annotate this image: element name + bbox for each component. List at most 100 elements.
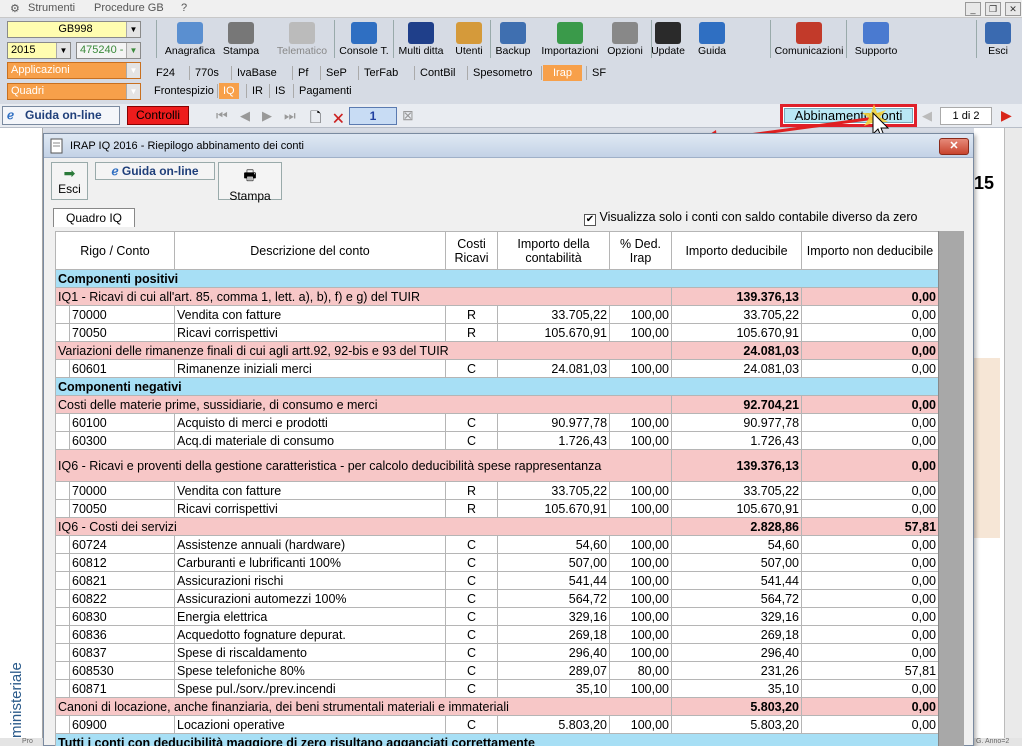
tab-contbil[interactable]: ContBil [416,65,459,81]
update-button[interactable]: Update [648,19,688,59]
tab-770s[interactable]: 770s [191,65,223,81]
next-page-icon[interactable]: ▶ [262,108,272,124]
tab-pagamenti[interactable]: Pagamenti [295,83,356,99]
next-module-page-icon[interactable]: ▶ [1001,107,1012,124]
chevron-down-icon: ▼ [126,22,140,37]
tab-terfab[interactable]: TerFab [360,65,402,81]
conto-code: 60837 [68,643,176,662]
quadri-select[interactable]: Quadri ▼ [7,83,141,100]
restore-icon[interactable]: ❐ [985,2,1001,16]
utenti-button[interactable]: Utenti [450,19,488,59]
tab-frontespizio[interactable]: Frontespizio [150,83,218,99]
tab-irap[interactable]: Irap [543,65,582,81]
opzioni-button[interactable]: Opzioni [606,19,644,59]
table-row[interactable]: 60724 Assistenze annuali (hardware) C 54,60… [55,535,940,554]
background-shade [974,358,1000,538]
filter-checkbox[interactable]: ✔ [584,214,596,226]
close-icon[interactable]: ✕ [939,138,969,155]
delete-page-icon[interactable]: 🗙 [333,107,344,131]
table-row[interactable]: 60300 Acq.di materiale di consumo C 1.726,4… [55,431,940,450]
tab-f24[interactable]: F24 [152,65,179,81]
table-row[interactable]: 60100 Acquisto di merci e prodotti C 90.977… [55,413,940,432]
anagrafica-button[interactable]: Anagrafica [160,19,220,59]
tab-sep[interactable]: SeP [322,65,351,81]
dialog-guida-button[interactable]: ℯ Guida on-line [95,162,215,180]
group-non-deducibile: 0,00 [801,449,940,482]
close-window-icon[interactable]: ✕ [1005,2,1021,16]
group-row[interactable]: Canoni di locazione, anche finanziaria, … [54,697,940,716]
page-number-field[interactable]: 1 [349,107,397,125]
table-row[interactable]: 60871 Spese pul./sorv./prev.incendi C 35,10… [55,679,940,698]
conto-description: Acquedotto fognature depurat. [174,625,447,644]
applicazioni-select[interactable]: Applicazioni ▼ [7,62,141,79]
stampa-button[interactable]: Stampa [218,19,264,59]
document-icon [50,138,63,154]
esci-button[interactable]: ➡ Esci [51,162,88,200]
prev-page-icon[interactable]: ◀ [240,108,250,124]
group-row[interactable]: Variazioni delle rimanenze finali di cui… [54,341,940,360]
importo-deducibile: 105.670,91 [671,323,803,342]
menu-help[interactable]: ? [181,2,187,14]
section-row[interactable]: Componenti negativi [54,377,940,396]
group-non-deducibile: 0,00 [801,287,940,306]
guida-online-button[interactable]: ℯ Guida on-line [2,106,120,125]
new-page-icon[interactable]: 🗋 [310,107,321,131]
group-row[interactable]: Costi delle materie prime, sussidiarie, … [54,395,940,414]
table-row[interactable]: 60812 Carburanti e lubrificanti 100% C 507,… [55,553,940,572]
table-row[interactable]: 70000 Vendita con fatture R 33.705,22 100,00… [55,481,940,500]
esci-button[interactable]: Esci [980,19,1016,59]
section-row[interactable]: Tutti i conti con deducibilità maggiore … [54,733,940,746]
filter-checkbox-row[interactable]: ✔ Visualizza solo i conti con saldo cont… [584,210,918,226]
guida-button[interactable]: Guida [695,19,729,59]
tab-quadro-iq[interactable]: Quadro IQ [53,208,135,227]
first-page-icon[interactable]: ⏮ [216,108,228,124]
toolbar-label: Console T. [339,45,389,57]
year-select[interactable]: 2015 ▼ [7,42,71,59]
table-row[interactable]: 60601 Rimanenze iniziali merci C 24.081,03 1… [55,359,940,378]
section-row[interactable]: Componenti positivi [54,269,940,288]
group-row[interactable]: IQ6 - Ricavi e proventi della gestione c… [54,449,940,482]
importazioni-button[interactable]: Importazioni [537,19,603,59]
table-header: Rigo / Conto Descrizione del conto Costi… [54,231,940,270]
table-row[interactable]: 60830 Energia elettrica C 329,16 100,00 329,1… [55,607,940,626]
supporto-button[interactable]: Supporto [849,19,903,59]
tab-spesometro[interactable]: Spesometro [469,65,536,81]
console-t-button[interactable]: Console T. [336,19,392,59]
tab-is[interactable]: IS [271,83,289,99]
code-select[interactable]: 475240 - ▼ [76,42,141,59]
tab-ivabase[interactable]: IvaBase [233,65,281,81]
group-row[interactable]: IQ1 - Ricavi di cui all'art. 85, comma 1… [54,287,940,306]
menu-strumenti[interactable]: Strumenti [28,2,75,14]
group-row[interactable]: IQ6 - Costi dei servizi 2.828,86 57,81 [54,517,940,536]
tab-ir[interactable]: IR [248,83,267,99]
last-page-icon[interactable]: ⏭ [284,108,296,124]
company-select[interactable]: GB998 ▼ [7,21,141,38]
table-row[interactable]: 60837 Spese di riscaldamento C 296,40 100,00… [55,643,940,662]
page-scrollbar[interactable] [1004,128,1022,738]
menu-procedure-gb[interactable]: Procedure GB [94,2,164,14]
controlli-button[interactable]: Controlli [127,106,189,125]
telematico-button[interactable]: Telematico [273,19,331,59]
tab-sf[interactable]: SF [588,65,610,81]
table-row[interactable]: 608530 Spese telefoniche 80% C 289,07 80,00 2… [55,661,940,680]
backup-button[interactable]: Backup [493,19,533,59]
group-non-deducibile: 0,00 [801,697,940,716]
table-row[interactable]: 70050 Ricavi corrispettivi R 105.670,91 100,… [55,323,940,342]
table-row[interactable]: 60821 Assicurazioni rischi C 541,44 100,00 54… [55,571,940,590]
group-title: Variazioni delle rimanenze finali di cui… [54,341,673,360]
multi-ditta-button[interactable]: Multi ditta [395,19,447,59]
table-row[interactable]: 60822 Assicurazioni automezzi 100% C 564,72… [55,589,940,608]
table-row[interactable]: 70000 Vendita con fatture R 33.705,22 100,00… [55,305,940,324]
row-indent [55,359,70,378]
prev-module-page-icon[interactable]: ◀ [922,108,932,124]
minimize-icon[interactable]: _ [965,2,981,16]
table-row[interactable]: 60900 Locazioni operative C 5.803,20 100,00 5… [55,715,940,734]
table-row[interactable]: 70050 Ricavi corrispettivi R 105.670,91 100,… [55,499,940,518]
tab-pf[interactable]: Pf [294,65,312,81]
stampa-button[interactable]: 🖶 Stampa [218,162,282,203]
row-indent [55,661,70,680]
table-scrollbar[interactable] [938,231,964,746]
tab-iq[interactable]: IQ [219,83,239,99]
comunicazioni-button[interactable]: Comunicazioni [772,19,846,59]
table-row[interactable]: 60836 Acquedotto fognature depurat. C 269,1… [55,625,940,644]
